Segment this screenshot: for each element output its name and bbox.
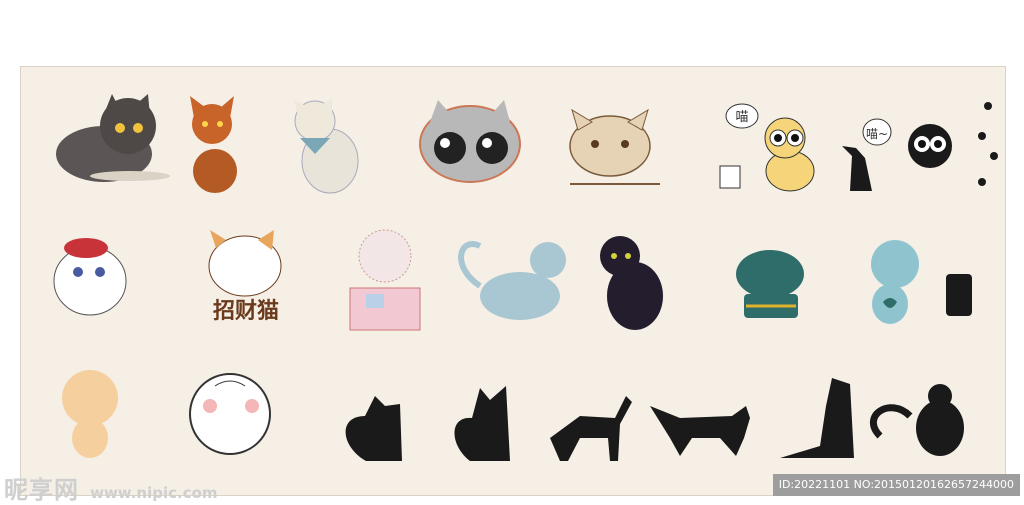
watermark-url: www.nipic.com <box>90 484 218 502</box>
orange-sitting-cat <box>190 96 237 193</box>
calico-cat <box>189 373 271 455</box>
watermark: 昵享网 www.nipic.com <box>4 470 218 505</box>
patchwork-cat <box>349 229 421 331</box>
black-cats-with-bubble: 喵~ <box>842 102 998 191</box>
lightblue-heart-cat <box>871 240 919 324</box>
hat-white-cat <box>53 238 127 316</box>
fat-grey-cat <box>56 94 170 182</box>
meow-bubble-text: 喵 <box>735 110 748 125</box>
meow-bubble-cats: 喵 <box>719 103 815 192</box>
black-silhouette-2 <box>454 386 510 461</box>
realistic-black-cat <box>600 236 663 330</box>
black-silhouette-curled <box>870 384 964 456</box>
teal-cat <box>736 250 804 318</box>
small-black-cat-card <box>946 274 972 316</box>
lucky-cat-caption: 招财猫 <box>213 298 279 324</box>
black-silhouette-sitting <box>780 378 854 458</box>
grey-big-eye-cat <box>419 100 521 183</box>
meow-bubble-text-2: 喵~ <box>866 127 888 141</box>
cat-collection: 喵 喵~ 招财猫 <box>53 94 998 461</box>
plaid-blue-cat <box>458 241 566 320</box>
white-scarf-cat <box>294 98 359 194</box>
lucky-cat: 招财猫 <box>208 230 282 324</box>
black-silhouette-walking <box>550 396 632 461</box>
id-badge: ID:20221101 NO:20150120162657244000 <box>772 474 1020 496</box>
black-silhouette-1 <box>345 396 402 461</box>
peach-kitten <box>62 370 118 458</box>
watermark-brand: 昵享网 <box>4 476 79 504</box>
sketched-kitten <box>569 108 660 185</box>
black-silhouette-walking-2 <box>650 406 750 456</box>
